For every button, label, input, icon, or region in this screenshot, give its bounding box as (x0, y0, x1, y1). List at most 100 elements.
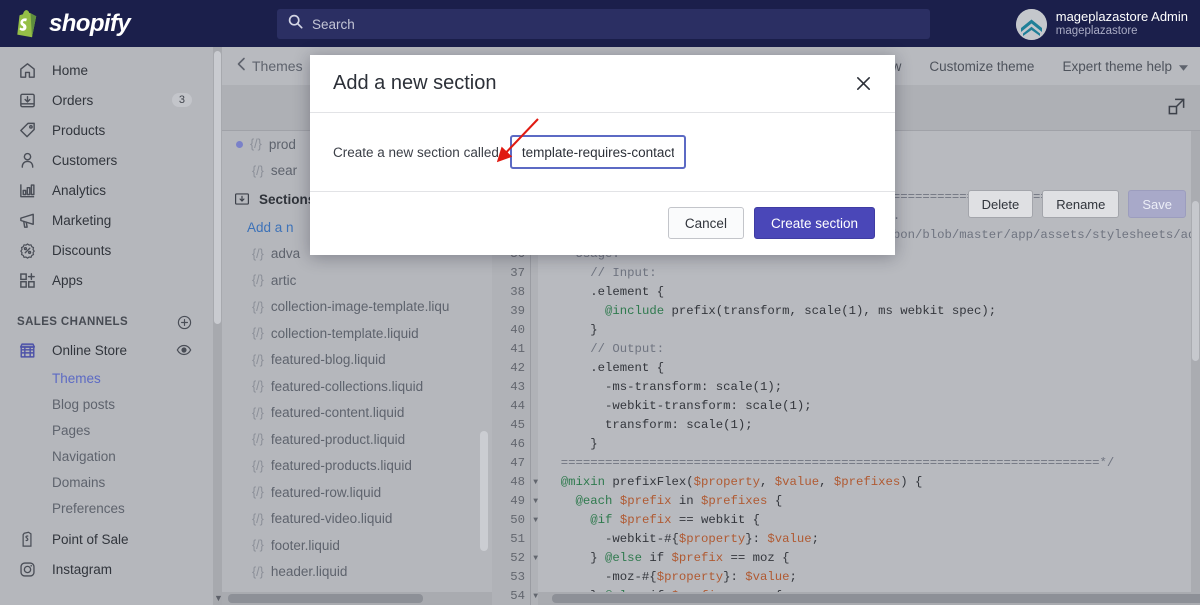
account-store: mageplazastore (1055, 24, 1138, 37)
file-row[interactable]: {/} featured-row.liquid (222, 479, 492, 506)
liquid-icon: {/} (252, 273, 264, 288)
file-tree-scroll-thumb[interactable] (480, 431, 488, 551)
file-row[interactable]: {/} featured-collections.liquid (222, 373, 492, 400)
brand-logo-link[interactable]: shopify (0, 10, 230, 38)
file-name: adva (270, 246, 301, 262)
code-line: 52 ▼ } @else if $prefix == moz { (492, 549, 1200, 568)
line-gutter: 49 ▼ (492, 492, 538, 511)
sidebar-item-analytics[interactable]: Analytics (0, 175, 222, 205)
sidebar-item-marketing[interactable]: Marketing (0, 205, 222, 235)
file-row[interactable]: {/} collection-image-template.liqu (222, 294, 492, 321)
file-row[interactable]: {/} artic (222, 267, 492, 294)
shopify-bag-icon (14, 9, 40, 38)
sidebar-item-orders[interactable]: Orders 3 (0, 85, 222, 115)
sidebar-item-apps[interactable]: Apps (0, 265, 222, 295)
file-row[interactable]: {/} featured-content.liquid (222, 400, 492, 427)
sidebar-sublabel: Preferences (52, 500, 125, 516)
line-gutter: 46 (492, 435, 538, 454)
file-name: header.liquid (270, 564, 348, 580)
file-row[interactable]: {/} featured-product.liquid (222, 426, 492, 453)
sidebar-item-customers[interactable]: Customers (0, 145, 222, 175)
sidebar-item-domains[interactable]: Domains (0, 469, 222, 495)
sidebar-item-home[interactable]: Home (0, 55, 222, 85)
sidebar-scrollbar[interactable]: ▼ (213, 47, 222, 605)
sidebar-item-pages[interactable]: Pages (0, 417, 222, 443)
file-row[interactable]: {/} featured-video.liquid (222, 506, 492, 533)
sidebar-label: Apps (52, 272, 83, 288)
file-tree-hscroll-thumb[interactable] (228, 594, 423, 603)
search-icon (288, 14, 303, 34)
sidebar-item-point-of-sale[interactable]: Point of Sale (0, 524, 222, 554)
code-text: // Output: (546, 342, 665, 356)
search-input[interactable]: Search (277, 9, 930, 39)
code-vscroll-thumb[interactable] (1192, 201, 1199, 361)
create-section-button[interactable]: Create section (753, 207, 875, 239)
code-line: 38 .element { (492, 283, 1200, 302)
file-row[interactable]: {/} featured-blog.liquid (222, 347, 492, 374)
theme-toolbar-actions: ew Customize theme Expert theme help (884, 59, 1188, 74)
eye-icon[interactable] (176, 342, 192, 358)
delete-button[interactable]: Delete (967, 190, 1034, 218)
expert-theme-help-menu[interactable]: Expert theme help (1062, 59, 1188, 74)
discounts-percent-icon (17, 240, 38, 261)
apps-grid-plus-icon (17, 270, 38, 291)
chevron-down-icon[interactable]: ▼ (214, 593, 222, 603)
file-row[interactable]: {/} collection-template.liquid (222, 320, 492, 347)
code-line: 43 -ms-transform: scale(1); (492, 378, 1200, 397)
rename-button[interactable]: Rename (1042, 190, 1120, 218)
breadcrumb-back-themes[interactable]: Themes (222, 57, 303, 76)
line-number: 46 (492, 435, 530, 454)
sidebar-label: Marketing (52, 212, 112, 228)
fold-toggle-icon[interactable]: ▼ (533, 492, 538, 511)
sidebar-scroll-thumb[interactable] (214, 51, 221, 324)
file-row[interactable]: {/} footer.liquid (222, 532, 492, 559)
code-hscrollbar[interactable] (538, 592, 1200, 605)
sidebar-item-blog-posts[interactable]: Blog posts (0, 391, 222, 417)
code-line: 42 .element { (492, 359, 1200, 378)
file-tree-hscrollbar[interactable] (222, 592, 492, 605)
line-gutter: 47 (492, 454, 538, 473)
account-menu[interactable]: mageplazastore Admin mageplazastore (1012, 6, 1192, 42)
code-hscroll-thumb[interactable] (552, 594, 1200, 603)
sidebar-item-instagram[interactable]: Instagram (0, 554, 222, 584)
line-gutter: 42 (492, 359, 538, 378)
sidebar-sublabel: Blog posts (52, 396, 116, 412)
section-name-input[interactable] (509, 135, 686, 169)
file-name: featured-product.liquid (270, 431, 406, 447)
file-name: featured-video.liquid (270, 511, 393, 527)
sidebar-item-discounts[interactable]: Discounts (0, 235, 222, 265)
plus-circle-icon[interactable] (177, 315, 192, 330)
line-gutter: 41 (492, 340, 538, 359)
fold-toggle-icon[interactable]: ▼ (533, 511, 538, 530)
code-text: -moz-#{$property}: $value; (546, 570, 797, 584)
sidebar-item-themes[interactable]: Themes (0, 365, 222, 391)
line-gutter: 38 (492, 283, 538, 302)
add-section-modal: Add a new section Create a new section c… (310, 55, 895, 255)
expand-icon[interactable] (1167, 97, 1186, 121)
fold-toggle-icon[interactable]: ▼ (533, 473, 538, 492)
code-line: 46 } (492, 435, 1200, 454)
save-button[interactable]: Save (1128, 190, 1186, 218)
code-line: 51 -webkit-#{$property}: $value; (492, 530, 1200, 549)
sidebar-item-navigation[interactable]: Navigation (0, 443, 222, 469)
code-text: @if $prefix == webkit { (590, 513, 761, 527)
primary-sidebar: Home Orders 3 Products Customers Analyti… (0, 47, 222, 605)
sidebar-item-online-store[interactable]: Online Store (0, 335, 222, 365)
close-icon[interactable] (850, 70, 877, 97)
code-vscrollbar[interactable] (1191, 131, 1200, 605)
code-text: -ms-transform: scale(1); (546, 380, 783, 394)
cancel-button[interactable]: Cancel (667, 207, 744, 239)
line-number: 37 (492, 264, 530, 283)
liquid-icon: {/} (252, 352, 264, 367)
top-bar: shopify Search mageplazastore Admin mage… (0, 0, 1200, 47)
sidebar-item-products[interactable]: Products (0, 115, 222, 145)
sidebar-label: Instagram (52, 561, 113, 577)
file-name: featured-row.liquid (270, 484, 382, 500)
fold-toggle-icon[interactable]: ▼ (533, 549, 538, 568)
customize-theme-link[interactable]: Customize theme (929, 59, 1034, 74)
sidebar-item-preferences[interactable]: Preferences (0, 495, 222, 521)
file-row[interactable]: {/} header.liquid (222, 559, 492, 586)
code-line: 48 ▼ @mixin prefixFlex($property, $value,… (492, 473, 1200, 492)
file-row[interactable]: {/} featured-products.liquid (222, 453, 492, 480)
file-name: featured-content.liquid (270, 405, 405, 421)
